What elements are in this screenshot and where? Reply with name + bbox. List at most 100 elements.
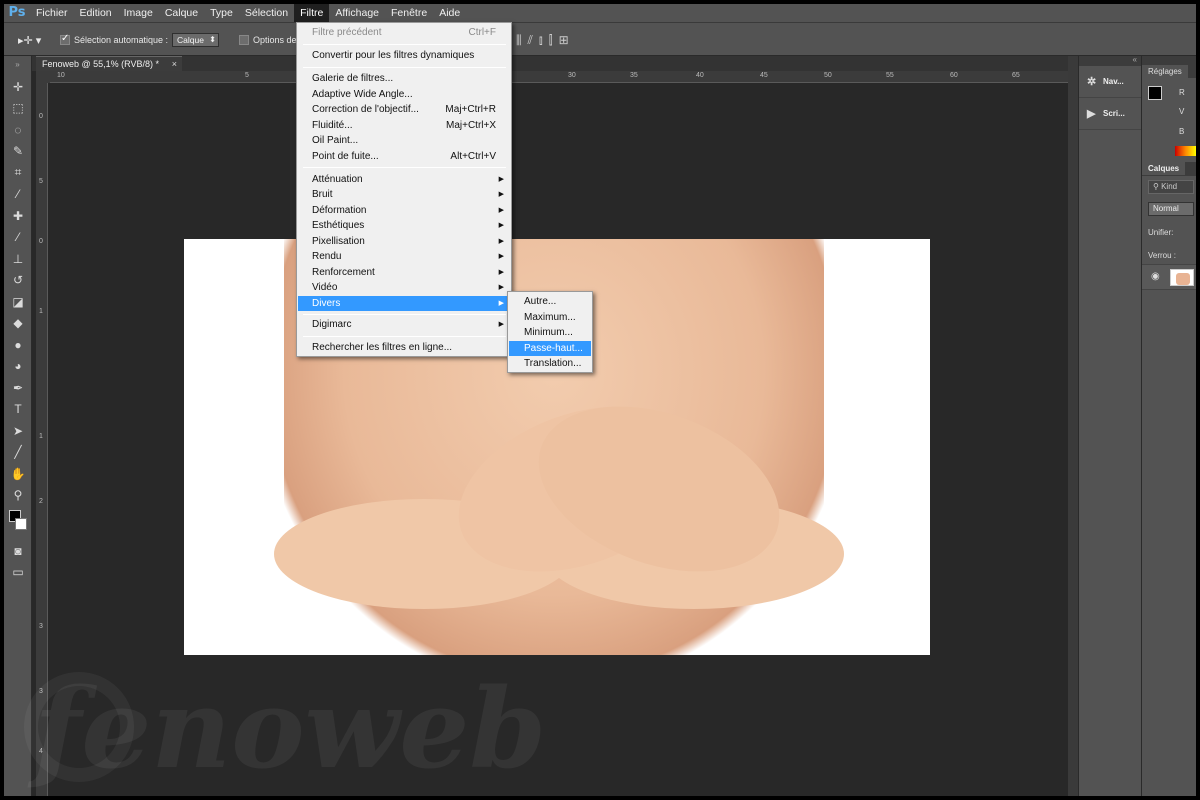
type-tool-icon[interactable]: T	[4, 399, 32, 421]
blur-tool-icon[interactable]: ●	[4, 334, 32, 356]
brush-tool-icon[interactable]: ⁄	[4, 227, 32, 249]
color-fg-swatch[interactable]	[1148, 86, 1162, 100]
submenu-item-maximum[interactable]: Maximum...	[509, 310, 591, 326]
menu-item-shortcut: Maj+Ctrl+X	[445, 119, 496, 131]
menu-item-filtre-precedent[interactable]: Filtre précédent Ctrl+F	[298, 25, 510, 41]
collapsed-panels-header[interactable]: «	[1079, 55, 1141, 66]
eraser-tool-icon[interactable]: ◪	[4, 291, 32, 313]
menu-item-label: Bruit	[312, 189, 333, 200]
paint-bucket-tool-icon[interactable]: ◆	[4, 313, 32, 335]
menu-item-video[interactable]: Vidéo ▶	[298, 280, 510, 296]
menu-selection[interactable]: Sélection	[239, 4, 294, 22]
crop-tool-icon[interactable]: ⌗	[4, 162, 32, 184]
menu-item-esthetiques[interactable]: Esthétiques ▶	[298, 218, 510, 234]
screen-mode-icon[interactable]: ▭	[4, 562, 32, 584]
menu-item-renforcement[interactable]: Renforcement ▶	[298, 265, 510, 281]
menu-item-convertir-filtres-dynamiques[interactable]: Convertir pour les filtres dynamiques	[298, 48, 510, 64]
horizontal-ruler[interactable]: 10 5 30 35 40 45 50 55 60 65	[50, 71, 1068, 83]
eye-icon[interactable]: ◉	[1151, 271, 1160, 282]
pen-tool-icon[interactable]: ✒	[4, 377, 32, 399]
tab-calques[interactable]: Calques	[1142, 162, 1186, 175]
align-buttons[interactable]: ⫼ ⫽ ⫾ ⫿ ⊞	[516, 32, 575, 48]
auto-select-target[interactable]: Calque	[172, 32, 219, 48]
align-icon[interactable]: ⫼	[516, 33, 528, 48]
menu-item-deformation[interactable]: Déformation ▶	[298, 203, 510, 219]
healing-brush-tool-icon[interactable]: ✚	[4, 205, 32, 227]
transform-controls-checkbox[interactable]	[239, 35, 249, 45]
tab-reglages[interactable]: Réglages	[1142, 65, 1188, 78]
menu-item-point-de-fuite[interactable]: Point de fuite... Alt+Ctrl+V	[298, 149, 510, 165]
line-tool-icon[interactable]: ╱	[4, 442, 32, 464]
menu-item-rendu[interactable]: Rendu ▶	[298, 249, 510, 265]
auto-select-target-select[interactable]: Calque	[172, 33, 219, 47]
color-ramp[interactable]	[1175, 146, 1196, 156]
quick-mask-icon[interactable]: ◙	[4, 540, 32, 562]
background-color-swatch[interactable]	[15, 518, 27, 530]
menu-item-adaptive-wide-angle[interactable]: Adaptive Wide Angle...	[298, 87, 510, 103]
submenu-item-autre[interactable]: Autre...	[509, 294, 591, 310]
ruler-label: 40	[696, 72, 704, 79]
menu-type[interactable]: Type	[204, 4, 239, 22]
menu-item-pixellisation[interactable]: Pixellisation ▶	[298, 234, 510, 250]
transform-controls-label: Options de	[253, 35, 297, 45]
menu-item-attenuation[interactable]: Atténuation ▶	[298, 172, 510, 188]
menu-image[interactable]: Image	[118, 4, 159, 22]
menu-aide[interactable]: Aide	[433, 4, 466, 22]
menu-item-digimarc[interactable]: Digimarc ▶	[298, 317, 510, 333]
menu-filtre[interactable]: Filtre	[294, 4, 330, 22]
submenu-item-passe-haut[interactable]: Passe-haut...	[509, 340, 591, 356]
marquee-tool-icon[interactable]: ⬚	[4, 98, 32, 120]
color-swatches[interactable]	[4, 506, 31, 540]
ruler-label: 60	[950, 72, 958, 79]
layer-row[interactable]: ◉	[1142, 264, 1196, 290]
menu-item-shortcut: Maj+Ctrl+R	[445, 104, 496, 115]
transform-controls-option[interactable]: Options de	[239, 32, 297, 48]
menu-fichier[interactable]: Fichier	[30, 4, 74, 22]
layer-filter-field[interactable]: ⚲ Kind	[1148, 180, 1194, 194]
menu-calque[interactable]: Calque	[159, 4, 204, 22]
document-tab[interactable]: Fenoweb @ 55,1% (RVB/8) * ×	[36, 56, 182, 71]
layers-tabs: Calques	[1142, 162, 1196, 176]
menu-item-divers[interactable]: Divers ▶	[298, 295, 510, 311]
clone-stamp-tool-icon[interactable]: ⊥	[4, 248, 32, 270]
close-icon[interactable]: ×	[172, 57, 177, 71]
blend-mode-select[interactable]: Normal	[1148, 202, 1194, 216]
auto-select-label: Sélection automatique :	[74, 35, 169, 45]
menu-bar: Ps Fichier Edition Image Calque Type Sél…	[4, 4, 1196, 22]
navigator-panel-button[interactable]: ✲ Nav...	[1079, 66, 1141, 98]
menu-item-bruit[interactable]: Bruit ▶	[298, 187, 510, 203]
lasso-tool-icon[interactable]: ◌	[4, 119, 32, 141]
zoom-tool-icon[interactable]: ⚲	[4, 485, 32, 507]
auto-select-checkbox[interactable]	[60, 33, 70, 45]
submenu-item-translation[interactable]: Translation...	[509, 356, 591, 372]
move-tool-icon[interactable]: ✛	[4, 76, 32, 98]
align-bottom-icon[interactable]: ⫿	[549, 33, 559, 48]
menu-edition[interactable]: Edition	[74, 4, 118, 22]
hand-tool-icon[interactable]: ✋	[4, 463, 32, 485]
move-tool-preset[interactable]: ▸✛ ▾	[18, 32, 41, 48]
submenu-item-minimum[interactable]: Minimum...	[509, 325, 591, 341]
align-center-icon[interactable]: ⫾	[539, 33, 549, 48]
path-selection-tool-icon[interactable]: ➤	[4, 420, 32, 442]
ruler-label: 5	[245, 72, 249, 79]
menu-item-correction-objectif[interactable]: Correction de l'objectif... Maj+Ctrl+R	[298, 102, 510, 118]
menu-item-galerie-filtres[interactable]: Galerie de filtres...	[298, 71, 510, 87]
quick-select-tool-icon[interactable]: ✎	[4, 141, 32, 163]
menu-item-fluidite[interactable]: Fluidité... Maj+Ctrl+X	[298, 118, 510, 134]
history-brush-tool-icon[interactable]: ↺	[4, 270, 32, 292]
menu-fenetre[interactable]: Fenêtre	[385, 4, 433, 22]
eyedropper-tool-icon[interactable]: ⁄	[4, 184, 32, 206]
menu-item-rechercher-filtres[interactable]: Rechercher les filtres en ligne...	[298, 340, 510, 356]
menu-item-oil-paint[interactable]: Oil Paint...	[298, 133, 510, 149]
menu-affichage[interactable]: Affichage	[329, 4, 385, 22]
submenu-arrow-icon: ▶	[498, 191, 504, 198]
expand-icon[interactable]: «	[1133, 55, 1137, 64]
distribute-spacing-icon[interactable]: ⊞	[559, 33, 575, 47]
photoshop-logo: Ps	[8, 5, 26, 20]
toolbox-collapse-icon[interactable]: »	[4, 56, 31, 76]
document-tab-title: Fenoweb @ 55,1% (RVB/8) *	[42, 59, 160, 69]
actions-panel-button[interactable]: ▶ Scri...	[1079, 98, 1141, 130]
dodge-tool-icon[interactable]: ◕	[4, 356, 32, 378]
auto-select-option[interactable]: Sélection automatique :	[60, 32, 168, 48]
distribute-icon[interactable]: ⫽	[528, 33, 539, 48]
